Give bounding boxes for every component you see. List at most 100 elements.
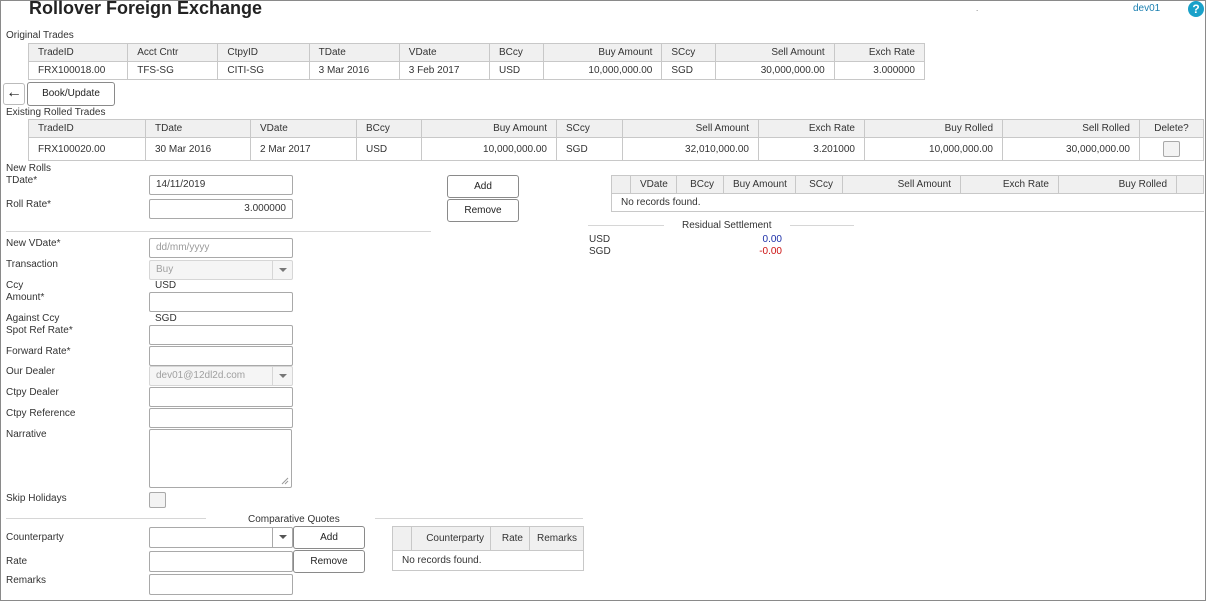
- cell-buy-amount: 10,000,000.00: [543, 61, 663, 80]
- original-trades-table: TradeID Acct Cntr CtpyID TDate VDate BCc…: [27, 43, 926, 80]
- back-arrow-icon[interactable]: ←: [3, 83, 25, 105]
- col-header[interactable]: Buy Rolled: [1058, 175, 1177, 194]
- col-header[interactable]: Delete?: [1139, 119, 1204, 138]
- new-rolls-table: VDate BCcy Buy Amount SCcy Sell Amount E…: [611, 175, 1204, 212]
- our-dealer-select[interactable]: dev01@12dl2d.com: [149, 366, 293, 386]
- col-header[interactable]: Sell Rolled: [1002, 119, 1140, 138]
- comparative-quotes-label: Comparative Quotes: [248, 514, 340, 525]
- col-header-select[interactable]: [611, 175, 631, 194]
- col-header[interactable]: VDate: [630, 175, 677, 194]
- forward-rate-input[interactable]: [149, 346, 293, 366]
- empty-row: No records found.: [611, 193, 1204, 212]
- cell-tdate: 30 Mar 2016: [145, 137, 251, 161]
- col-header[interactable]: SCcy: [795, 175, 843, 194]
- chevron-down-icon: [272, 528, 292, 547]
- resize-handle-icon[interactable]: [281, 477, 289, 485]
- forward-rate-label: Forward Rate*: [6, 346, 71, 357]
- cell-exch-rate: 3.201000: [758, 137, 865, 161]
- no-records-text: No records found.: [392, 550, 584, 571]
- col-header[interactable]: CtpyID: [217, 43, 310, 62]
- col-header[interactable]: Buy Amount: [543, 43, 663, 62]
- col-header[interactable]: SCcy: [556, 119, 623, 138]
- remove-quote-button[interactable]: Remove: [293, 550, 365, 573]
- col-header[interactable]: Buy Amount: [723, 175, 796, 194]
- col-header[interactable]: BCcy: [356, 119, 422, 138]
- no-records-text: No records found.: [611, 193, 1204, 212]
- spot-ref-rate-input[interactable]: [149, 325, 293, 345]
- cell-sell-rolled: 30,000,000.00: [1002, 137, 1140, 161]
- ctpy-reference-input[interactable]: [149, 408, 293, 428]
- tdate-label: TDate*: [6, 175, 38, 186]
- col-header-extra: [1176, 175, 1204, 194]
- col-header[interactable]: BCcy: [488, 43, 545, 62]
- col-header[interactable]: VDate: [250, 119, 357, 138]
- transaction-label: Transaction: [6, 259, 58, 270]
- tdate-input[interactable]: 14/11/2019: [149, 175, 293, 195]
- add-quote-button[interactable]: Add: [293, 526, 365, 549]
- col-header[interactable]: TDate: [145, 119, 251, 138]
- cell-ctpy-id: CITI-SG: [217, 61, 310, 80]
- ccy-label: Ccy: [6, 280, 24, 291]
- col-header[interactable]: Buy Amount: [421, 119, 557, 138]
- rate-input[interactable]: [149, 551, 293, 572]
- col-header[interactable]: TradeID: [28, 119, 146, 138]
- table-row[interactable]: FRX100020.00 30 Mar 2016 2 Mar 2017 USD …: [28, 137, 1204, 161]
- help-icon[interactable]: ?: [1188, 1, 1204, 17]
- divider: [6, 231, 431, 232]
- cell-delete: [1139, 137, 1204, 161]
- col-header[interactable]: Sell Amount: [715, 43, 835, 62]
- col-header[interactable]: TradeID: [27, 43, 129, 62]
- col-header[interactable]: BCcy: [676, 175, 724, 194]
- col-header-select[interactable]: [392, 526, 412, 551]
- remove-roll-button[interactable]: Remove: [447, 199, 519, 222]
- col-header[interactable]: TDate: [308, 43, 400, 62]
- table-row[interactable]: FRX100018.00 TFS-SG CITI-SG 3 Mar 2016 3…: [27, 61, 926, 80]
- residual-value-sgd: -0.00: [759, 246, 782, 257]
- user-link[interactable]: dev01: [1133, 3, 1160, 14]
- ctpy-dealer-input[interactable]: [149, 387, 293, 407]
- existing-rolled-trades-label: Existing Rolled Trades: [6, 107, 106, 118]
- transaction-select[interactable]: Buy: [149, 260, 293, 280]
- page-title: Rollover Foreign Exchange: [29, 0, 263, 18]
- col-header[interactable]: Counterparty: [411, 526, 491, 551]
- rate-label: Rate: [6, 556, 28, 567]
- amount-label: Amount*: [6, 292, 45, 303]
- cell-sccy: SGD: [661, 61, 717, 80]
- amount-input[interactable]: [149, 292, 293, 312]
- col-header[interactable]: SCcy: [661, 43, 717, 62]
- col-header[interactable]: Sell Amount: [842, 175, 961, 194]
- cell-buy-amount: 10,000,000.00: [421, 137, 557, 161]
- quotes-table: Counterparty Rate Remarks No records fou…: [392, 526, 584, 571]
- residual-value-usd: 0.00: [762, 234, 782, 245]
- col-header[interactable]: Remarks: [529, 526, 584, 551]
- cell-tdate: 3 Mar 2016: [308, 61, 400, 80]
- new-vdate-input[interactable]: dd/mm/yyyy: [149, 238, 293, 258]
- col-header[interactable]: Exch Rate: [833, 43, 926, 62]
- narrative-label: Narrative: [6, 429, 47, 440]
- cell-vdate: 2 Mar 2017: [250, 137, 357, 161]
- ctpy-dealer-label: Ctpy Dealer: [6, 387, 59, 398]
- table-header-row: Counterparty Rate Remarks: [392, 526, 584, 551]
- roll-rate-input[interactable]: 3.000000: [149, 199, 293, 219]
- add-roll-button[interactable]: Add: [447, 175, 519, 198]
- counterparty-label: Counterparty: [6, 532, 64, 543]
- col-header[interactable]: Rate: [490, 526, 530, 551]
- our-dealer-value: dev01@12dl2d.com: [156, 370, 246, 381]
- col-header[interactable]: VDate: [398, 43, 490, 62]
- remarks-input[interactable]: [149, 574, 293, 595]
- cell-trade-id: FRX100020.00: [28, 137, 146, 161]
- col-header[interactable]: Sell Amount: [622, 119, 759, 138]
- divider: [790, 225, 854, 226]
- skip-holidays-checkbox[interactable]: [149, 492, 166, 508]
- delete-checkbox[interactable]: [1163, 141, 1180, 157]
- cell-trade-id: FRX100018.00: [27, 61, 129, 80]
- counterparty-select[interactable]: [149, 527, 293, 548]
- col-header[interactable]: Buy Rolled: [864, 119, 1003, 138]
- col-header[interactable]: Acct Cntr: [127, 43, 219, 62]
- col-header[interactable]: Exch Rate: [960, 175, 1059, 194]
- cell-exch-rate: 3.000000: [833, 61, 926, 80]
- col-header[interactable]: Exch Rate: [758, 119, 865, 138]
- narrative-textarea[interactable]: [149, 429, 292, 488]
- book-update-button[interactable]: Book/Update: [27, 82, 115, 106]
- cell-bccy: USD: [488, 61, 545, 80]
